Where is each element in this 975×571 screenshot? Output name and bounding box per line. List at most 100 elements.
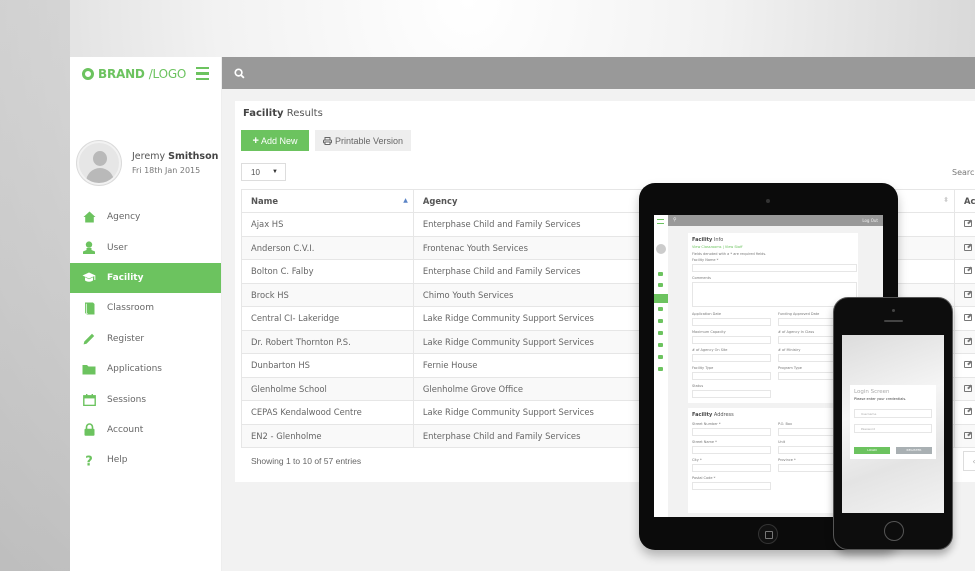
plus-icon: + (252, 134, 259, 147)
phone-mockup: Login Screen Please enter your credentia… (833, 297, 953, 550)
sidebar-item-user[interactable]: User (70, 232, 221, 262)
tablet-select (692, 372, 771, 380)
tablet-user-icon (658, 283, 663, 287)
sort-icon: ⬍ (943, 196, 950, 204)
question-icon: ? (82, 453, 96, 467)
tablet-label: Application Date (692, 312, 722, 316)
brand-logo[interactable]: BRAND/LOGO (82, 67, 186, 81)
cell-name: Ajax HS (241, 212, 414, 237)
sidebar-item-agency[interactable]: Agency (70, 202, 221, 232)
tablet-label: Postal Code * (692, 476, 716, 480)
sidebar-item-applications[interactable]: Applications (70, 354, 221, 384)
profile-name: Jeremy Smithson (132, 151, 219, 162)
sidebar-item-register[interactable]: Register (70, 324, 221, 354)
tablet-card-title: Facility Info (692, 237, 724, 243)
tablet-label: Program Type (778, 366, 802, 370)
printable-version-button[interactable]: Printable Version (315, 130, 411, 151)
tablet-label: P.O. Box (778, 422, 793, 426)
cell-actions (954, 259, 975, 284)
tablet-label: Facility Type (692, 366, 714, 370)
cell-name: CEPAS Kendalwood Centre (241, 400, 414, 425)
edit-icon[interactable] (964, 267, 973, 275)
sidebar-item-label: Classroom (107, 303, 154, 314)
tablet-input (692, 464, 771, 472)
caret-down-icon: ▼ (272, 169, 278, 175)
tablet-folder-icon (658, 331, 663, 335)
cell-actions (954, 423, 975, 448)
tablet-help-icon (658, 367, 663, 371)
sidebar-item-label: Help (107, 455, 128, 466)
cell-name: Bolton C. Falby (241, 259, 414, 284)
search-label: Search (952, 168, 975, 177)
tablet-logout: Log Out (862, 218, 878, 223)
add-new-button[interactable]: + Add New (241, 130, 309, 151)
sidebar-item-help[interactable]: ? Help (70, 445, 221, 475)
page-length-select[interactable]: 10 ▼ (241, 163, 286, 181)
pencil-icon (82, 332, 96, 346)
sidebar-item-classroom[interactable]: Classroom (70, 293, 221, 323)
sidebar-item-account[interactable]: Account (70, 415, 221, 445)
brand-row: BRAND/LOGO (70, 57, 221, 90)
phone-login-title: Login Screen (854, 389, 890, 395)
tablet-input (692, 428, 771, 436)
cell-actions (954, 376, 975, 401)
search-icon[interactable] (234, 67, 245, 79)
tablet-label: Province * (778, 458, 796, 462)
cell-name: Dr. Robert Thornton P.S. (241, 329, 414, 354)
tablet-textarea (692, 282, 857, 307)
phone-screen: Login Screen Please enter your credentia… (842, 335, 944, 513)
tablet-hamburger-icon (657, 219, 664, 224)
sidebar-item-label: Register (107, 333, 145, 344)
phone-home-button (884, 521, 904, 541)
cell-actions (954, 212, 975, 237)
avatar[interactable] (77, 141, 121, 185)
tablet-input (692, 318, 771, 326)
profile-date: Fri 18th Jan 2015 (132, 166, 201, 175)
tablet-label: # of Agency On Site (692, 348, 728, 352)
edit-icon[interactable] (964, 243, 973, 251)
tablet-calendar-icon (658, 343, 663, 347)
tablet-topbar: ⚲ Log Out (668, 215, 883, 226)
edit-icon[interactable] (964, 361, 973, 369)
tablet-label: Street Name * (692, 440, 717, 444)
tablet-facility-active (654, 294, 668, 303)
phone-login-button: LOGIN (854, 447, 890, 454)
phone-login-subtitle: Please enter your credentials. (854, 397, 907, 401)
sidebar-item-sessions[interactable]: Sessions (70, 384, 221, 414)
table-info: Showing 1 to 10 of 57 entries (251, 456, 362, 466)
tablet-label: Street Number * (692, 422, 721, 426)
hamburger-menu-icon[interactable] (196, 66, 209, 81)
sidebar-item-facility[interactable]: Facility (70, 262, 221, 294)
tablet-label: Unit (778, 440, 786, 444)
tablet-label: Funding Approved Date (778, 312, 820, 316)
tablet-home-icon (658, 272, 663, 276)
lock-icon (82, 423, 96, 437)
phone-login-box: Login Screen Please enter your credentia… (850, 385, 936, 459)
tablet-label: Maximum Capacity (692, 330, 726, 334)
pagination-prev-button[interactable]: ‹ (963, 451, 975, 471)
edit-icon[interactable] (964, 337, 973, 345)
sidebar-item-label: User (107, 242, 128, 253)
edit-icon[interactable] (964, 384, 973, 392)
tablet-sidebar (654, 215, 668, 517)
tablet-search-icon: ⚲ (673, 217, 677, 223)
sidebar-item-label: Agency (107, 212, 141, 223)
folder-icon (82, 362, 96, 376)
tablet-label: Facility Name * (692, 258, 719, 262)
tablet-home-button (758, 524, 778, 544)
edit-icon[interactable] (964, 314, 973, 322)
edit-icon[interactable] (964, 220, 973, 228)
sort-asc-icon: ▲ (403, 197, 408, 204)
edit-icon[interactable] (964, 408, 973, 416)
edit-icon[interactable] (964, 290, 973, 298)
edit-icon[interactable] (964, 431, 973, 439)
column-header-name[interactable]: Name ▲ (241, 189, 414, 213)
top-bar (222, 57, 975, 89)
brand-bold: BRAND (98, 66, 145, 81)
sidebar-nav: Agency User Facility Classroom Register Appli… (70, 202, 221, 476)
cell-name: Central CI- Lakeridge (241, 306, 414, 331)
sidebar-item-label: Sessions (107, 394, 147, 405)
calendar-icon (82, 393, 96, 407)
tablet-address-title: Facility Address (692, 412, 734, 418)
cell-name: Glenholme School (241, 376, 414, 401)
